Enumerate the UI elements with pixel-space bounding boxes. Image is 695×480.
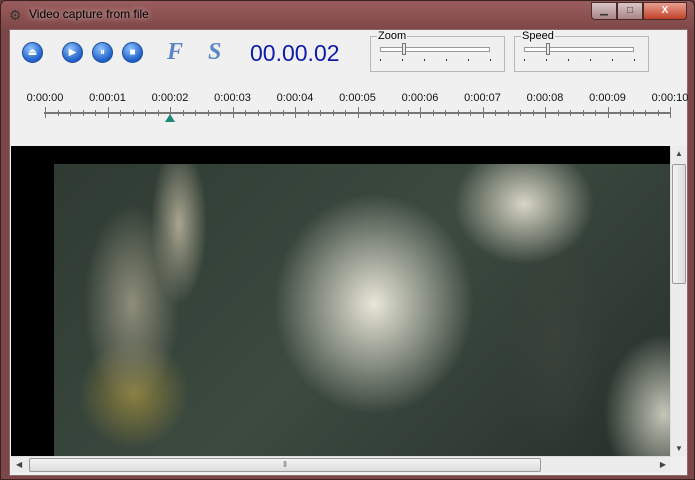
timeline-tick <box>220 110 221 116</box>
window-title: Video capture from file <box>29 7 149 21</box>
timeline-tick <box>432 110 434 116</box>
scroll-right-arrow-icon[interactable]: ▶ <box>660 460 666 469</box>
timeline-tick <box>470 110 471 116</box>
timeline-label: 0:00:06 <box>401 92 439 104</box>
zoom-group: Zoom <box>370 30 505 72</box>
timeline-tick <box>57 110 59 116</box>
timeline-tick <box>582 110 584 116</box>
timeline-tick <box>457 110 459 116</box>
timeline-label: 0:00:10 <box>651 92 689 104</box>
timeline-position-marker[interactable] <box>165 114 175 122</box>
timeline-label: 0:00:04 <box>276 92 314 104</box>
eject-button[interactable]: ⏏ <box>22 42 43 63</box>
timeline-tick <box>482 107 484 118</box>
zoom-slider-thumb[interactable] <box>402 43 406 55</box>
timeline-tick <box>445 110 446 116</box>
timeline-tick <box>82 110 84 116</box>
timeline-tick <box>182 110 184 116</box>
time-display: 00.00.02 <box>250 40 340 66</box>
speed-slider-thumb[interactable] <box>546 43 550 55</box>
timeline-label: 0:00:08 <box>526 92 564 104</box>
timeline-tick <box>195 110 196 116</box>
zoom-label: Zoom <box>377 30 408 42</box>
timeline-tick <box>532 110 534 116</box>
timeline-tick <box>370 110 371 116</box>
gear-icon[interactable]: ⚙ <box>9 7 22 24</box>
video-view <box>11 146 671 456</box>
timeline-tick <box>382 110 384 116</box>
timeline-label: 0:00:09 <box>589 92 626 104</box>
close-button[interactable]: X <box>643 2 687 20</box>
timeline-tick <box>45 107 46 118</box>
timeline-label: 0:00:05 <box>339 92 376 104</box>
timeline-label: 0:00:03 <box>214 92 251 104</box>
timeline-label: 0:00:01 <box>89 92 126 104</box>
timeline-tick <box>107 107 109 118</box>
vertical-scrollbar[interactable]: ▲ ▼ <box>670 146 687 456</box>
timeline-tick <box>607 107 609 118</box>
timeline-tick <box>557 110 559 116</box>
play-button[interactable]: ▶ <box>62 42 83 63</box>
pause-button[interactable]: ⏸ <box>92 42 113 63</box>
speed-label: Speed <box>521 30 555 42</box>
timeline-tick <box>332 110 334 116</box>
timeline-tick <box>207 110 209 116</box>
timeline-tick <box>95 110 96 116</box>
timeline-tick <box>645 110 646 116</box>
speed-slider-track[interactable] <box>524 47 634 52</box>
timeline-tick <box>670 107 671 118</box>
timeline-tick <box>570 110 571 116</box>
timeline-tick <box>232 107 234 118</box>
speed-ticks <box>524 59 636 61</box>
horizontal-scrollbar[interactable]: ◀ ⦀ ▶ <box>11 456 671 473</box>
zoom-ticks <box>380 59 492 61</box>
stop-button[interactable]: ■ <box>122 42 143 63</box>
timeline-tick <box>357 107 359 118</box>
scroll-up-arrow-icon[interactable]: ▲ <box>675 149 683 158</box>
timeline-tick <box>395 110 396 116</box>
timeline-tick <box>520 110 521 116</box>
timeline-tick <box>495 110 496 116</box>
timeline-tick <box>257 110 259 116</box>
timeline-tick <box>307 110 309 116</box>
timeline-tick <box>407 110 409 116</box>
timeline-tick <box>545 107 546 118</box>
horizontal-scroll-thumb[interactable]: ⦀ <box>29 458 541 472</box>
speed-group: Speed <box>514 30 649 72</box>
timeline-tick <box>245 110 246 116</box>
timeline-tick <box>120 110 121 116</box>
timeline-tick <box>70 110 71 116</box>
timeline-tick <box>320 110 321 116</box>
timeline-tick <box>345 110 346 116</box>
timeline-tick <box>507 110 509 116</box>
scroll-left-arrow-icon[interactable]: ◀ <box>16 460 22 469</box>
timeline-tick <box>282 110 284 116</box>
video-frame <box>54 164 671 456</box>
vertical-scroll-thumb[interactable] <box>672 164 686 284</box>
timeline-tick <box>295 107 296 118</box>
timeline-tick <box>595 110 596 116</box>
timeline-tick <box>632 110 634 116</box>
timeline-tick <box>270 110 271 116</box>
timeline-tick <box>145 110 146 116</box>
maximize-button[interactable]: □ <box>617 2 643 20</box>
f-button[interactable]: F <box>167 39 183 66</box>
timeline-label: 0:00:00 <box>26 92 64 104</box>
timeline-tick <box>157 110 159 116</box>
timeline-tick <box>620 110 621 116</box>
app-window: ⚙ Video capture from file ▁ □ X ⏏ ▶ ⏸ ■ … <box>0 0 695 480</box>
timeline-tick <box>132 110 134 116</box>
zoom-slider-track[interactable] <box>380 47 490 52</box>
minimize-button[interactable]: ▁ <box>591 2 617 20</box>
timeline-label: 0:00:07 <box>464 92 501 104</box>
timeline-tick <box>657 110 659 116</box>
timeline-tick <box>420 107 421 118</box>
client-area: ⏏ ▶ ⏸ ■ F S 00.00.02 Zoom Speed 0:00:00 0… <box>9 29 688 476</box>
timeline-label: 0:00:02 <box>151 92 189 104</box>
scroll-down-arrow-icon[interactable]: ▼ <box>675 444 683 453</box>
s-button[interactable]: S <box>208 39 221 66</box>
